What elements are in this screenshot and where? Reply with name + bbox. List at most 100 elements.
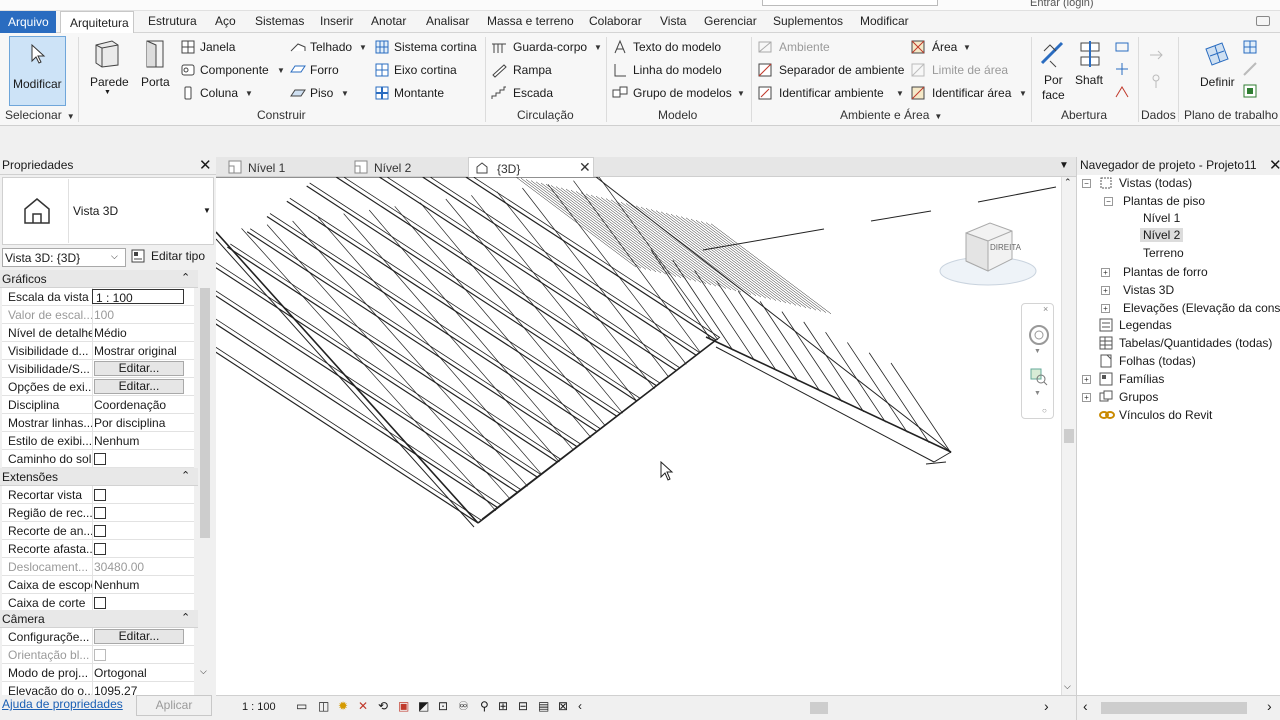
view-vertical-scrollbar[interactable]: ⌃ ⌵ [1061, 177, 1076, 695]
close-icon[interactable]: ✕ [199, 156, 212, 174]
separador-ambiente-button[interactable]: Separador de ambiente [757, 62, 905, 80]
edit-button[interactable]: Editar... [94, 629, 184, 644]
tab-modificar[interactable]: Modificar [860, 14, 909, 28]
modificar-button[interactable]: Modificar [9, 36, 66, 106]
close-icon[interactable]: × [1043, 304, 1048, 314]
zoom-icon[interactable] [1030, 368, 1048, 386]
show-crop-icon[interactable]: ◩ [418, 699, 429, 713]
edit-button[interactable]: Editar... [94, 361, 184, 376]
scrollbar-thumb[interactable] [1101, 702, 1247, 714]
expand-icon[interactable]: + [1101, 268, 1110, 277]
tree-item-familias[interactable]: Famílias [1119, 372, 1164, 386]
rampa-button[interactable]: Rampa [491, 62, 603, 80]
piso-button[interactable]: Piso ▼ [290, 85, 370, 103]
view-scale[interactable]: 1 : 100 [242, 701, 276, 713]
temp-hide-icon[interactable]: ♾ [458, 699, 469, 713]
level-icon[interactable] [1148, 47, 1164, 63]
componente-button[interactable]: Componente ▼ [178, 62, 285, 80]
tree-item-tabelas[interactable]: Tabelas/Quantidades (todas) [1119, 336, 1272, 350]
area-button[interactable]: Área ▼ [910, 39, 1028, 57]
collapse-icon[interactable]: − [1082, 179, 1091, 188]
escada-button[interactable]: Escada [491, 85, 603, 103]
edit-button[interactable]: Editar... [94, 379, 184, 394]
tab-menu-icon[interactable]: ▼ [1059, 160, 1069, 171]
shaft-button[interactable]: Shaft [1072, 37, 1108, 107]
prop-row[interactable]: Mostrar linhas... Por disciplina [2, 414, 194, 432]
show-workplane-icon[interactable] [1242, 39, 1258, 55]
expand-icon[interactable]: + [1082, 393, 1091, 402]
prop-row[interactable]: Estilo de exibi... Nenhum [2, 432, 194, 450]
panel-selecionar[interactable]: Selecionar ▼ [5, 108, 75, 122]
ambiente-button[interactable]: Ambiente [757, 39, 905, 57]
horizontal-scroll-thumb[interactable] [810, 702, 828, 714]
checkbox[interactable] [94, 507, 106, 519]
prop-row[interactable]: Elevação do o... 1095.27 [2, 682, 194, 695]
tab-nivel-1[interactable]: Nível 1 [220, 157, 344, 177]
porta-button[interactable]: Porta [138, 37, 174, 103]
close-icon[interactable]: ✕ [1269, 156, 1280, 174]
por-face-button[interactable]: Por face [1036, 37, 1070, 107]
tab-nivel-2[interactable]: Nível 2 [346, 157, 468, 177]
telhado-button[interactable]: Telhado ▼ [290, 39, 370, 57]
detail-level-icon[interactable]: ▭ [296, 699, 307, 713]
checkbox[interactable] [94, 543, 106, 555]
checkbox[interactable] [94, 525, 106, 537]
eixo-cortina-button[interactable]: Eixo cortina [372, 62, 482, 80]
vertical-opening-icon[interactable] [1114, 61, 1130, 77]
scroll-right-icon[interactable]: › [1267, 698, 1272, 714]
checkbox[interactable] [94, 453, 106, 465]
section-camera[interactable]: Câmera ⌃ [0, 610, 212, 628]
tree-item-plantas-piso[interactable]: Plantas de piso [1123, 194, 1205, 208]
tab-sistemas[interactable]: Sistemas [255, 14, 304, 28]
tab-analisar[interactable]: Analisar [426, 14, 469, 28]
tree-item-vinculos[interactable]: Vínculos do Revit [1119, 408, 1212, 422]
checkbox[interactable] [94, 489, 106, 501]
tree-item-elevacoes[interactable]: Elevações (Elevação da constr [1123, 301, 1280, 315]
shadows-icon[interactable]: ✕ [358, 699, 368, 713]
prop-row[interactable]: Disciplina Coordenação [2, 396, 194, 414]
lock-view-icon[interactable]: ⊡ [438, 699, 448, 713]
view-scale-input[interactable]: 1 : 100 [92, 289, 184, 305]
tab-gerenciar[interactable]: Gerenciar [704, 14, 757, 28]
view-selector[interactable]: Vista 3D: {3D} ⌵ [2, 248, 126, 267]
panel-ambiente-area[interactable]: Ambiente e Área ▼ [840, 108, 942, 122]
tab-vista[interactable]: Vista [660, 14, 686, 28]
tab-suplementos[interactable]: Suplementos [773, 14, 843, 28]
tree-item-grupos[interactable]: Grupos [1119, 390, 1158, 404]
tree-item-nivel-2[interactable]: Nível 2 [1140, 228, 1184, 242]
crop-view-icon[interactable]: ▣ [398, 699, 409, 713]
collapse-icon[interactable]: − [1104, 197, 1113, 206]
prop-row[interactable]: Nível de detalhe Médio [2, 324, 194, 342]
scroll-left-icon[interactable]: ‹ [1083, 698, 1088, 714]
guarda-corpo-button[interactable]: Guarda-corpo ▼ [491, 39, 603, 57]
viewer-icon[interactable] [1242, 83, 1258, 99]
prop-row[interactable]: Modo de proj... Ortogonal [2, 664, 194, 682]
scroll-left-icon[interactable]: ‹ [578, 699, 582, 713]
wall-opening-icon[interactable] [1114, 39, 1130, 55]
visual-style-icon[interactable]: ◫ [318, 699, 329, 713]
minimize-ribbon-icon[interactable] [1256, 16, 1270, 26]
definir-button[interactable]: Definir [1196, 37, 1240, 107]
apply-button[interactable]: Aplicar [136, 695, 212, 716]
linha-modelo-button[interactable]: Linha do modelo [612, 62, 746, 80]
section-graficos[interactable]: Gráficos ⌃ [0, 270, 212, 288]
help-link[interactable]: Ajuda de propriedades [2, 697, 123, 711]
tab-inserir[interactable]: Inserir [320, 14, 353, 28]
janela-button[interactable]: Janela [178, 39, 284, 57]
scroll-up-icon[interactable]: ⌃ [1064, 177, 1072, 188]
constraints-icon[interactable]: ⊠ [558, 699, 568, 713]
viewcube[interactable]: DIREITA [938, 217, 1038, 289]
reveal-hidden-icon[interactable]: ⚲ [480, 699, 489, 713]
tree-item-vistas[interactable]: Vistas (todas) [1119, 176, 1192, 190]
tree-item-vistas-3d[interactable]: Vistas 3D [1123, 283, 1174, 297]
tab-estrutura[interactable]: Estrutura [148, 14, 197, 28]
expand-icon[interactable]: + [1101, 286, 1110, 295]
edit-type-button[interactable]: Editar tipo [131, 248, 213, 267]
tab-arquivo[interactable]: Arquivo [0, 11, 56, 33]
tab-aco[interactable]: Aço [215, 14, 236, 28]
properties-scrollbar[interactable]: ⌵ [198, 270, 212, 680]
settings-dot-icon[interactable]: ○ [1042, 406, 1047, 415]
highlight-icon[interactable]: ▤ [538, 699, 549, 713]
identificar-area-button[interactable]: Identificar área ▼ [910, 85, 1028, 103]
tab-3d[interactable]: {3D} ✕ [468, 157, 594, 177]
